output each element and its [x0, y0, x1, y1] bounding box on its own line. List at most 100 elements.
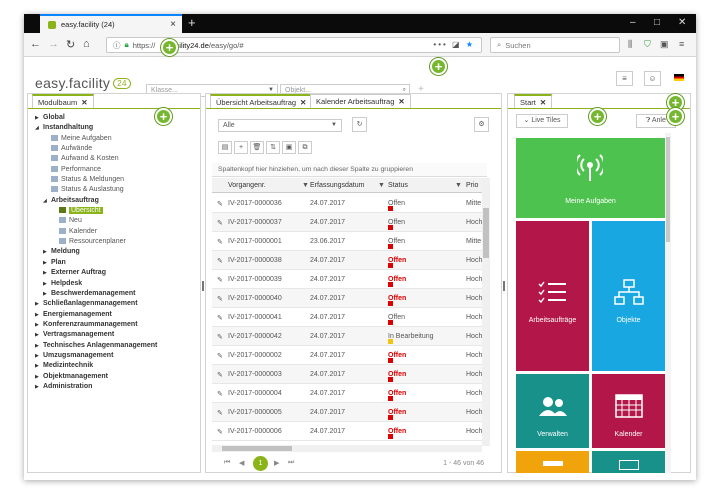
tile-partial-2[interactable] [592, 451, 665, 473]
bookmark-star-icon[interactable]: ★ [466, 40, 475, 49]
table-row[interactable]: ✎ IV-2017-0000041 24.07.2017 Offen Hoch [212, 308, 482, 327]
edit-icon[interactable]: ✎ [217, 314, 223, 322]
col-vorgangenr[interactable]: Vorgangenr. [228, 182, 266, 189]
close-window-icon[interactable]: ✕ [678, 17, 686, 28]
grid-horizontal-scrollbar[interactable] [212, 445, 482, 452]
collapse-arrow-icon[interactable]: ▶ [43, 279, 51, 289]
browser-tab[interactable]: easy.facility (24) × [40, 14, 182, 33]
tree-item[interactable]: ▶ Helpdesk [35, 279, 157, 289]
tree-item[interactable]: ▶ Schließanlagenmanagement [35, 299, 157, 309]
tab-uebersicht-arbeitsauftrag[interactable]: Übersicht Arbeitsauftrag ✕ [210, 94, 313, 108]
add-hotspot-icon[interactable]: + [589, 108, 606, 125]
tree-item[interactable]: ▶ Meldung [35, 247, 157, 257]
table-row[interactable]: ✎ IV-2017-0000039 24.07.2017 Offen Hoch [212, 270, 482, 289]
refresh-button[interactable]: ↻ [352, 117, 367, 132]
home-icon[interactable]: ⌂ [83, 38, 90, 50]
library-icon[interactable]: ⫼ [628, 39, 632, 50]
add-hotspot-icon[interactable]: + [155, 108, 172, 125]
collapse-arrow-icon[interactable]: ▶ [35, 372, 43, 382]
collapse-arrow-icon[interactable]: ▶ [35, 310, 43, 320]
tree-item[interactable]: Status & Auslastung [35, 185, 157, 195]
tree-item[interactable]: ▶ Global [35, 113, 157, 123]
close-icon[interactable]: ✕ [398, 97, 404, 106]
splitter-right[interactable] [502, 93, 506, 473]
tile-objekte[interactable]: Objekte [592, 221, 665, 371]
last-page-icon[interactable]: ⏭ [288, 459, 294, 467]
tab-kalender-arbeitsauftrag[interactable]: Kalender Arbeitsauftrag ✕ [310, 94, 411, 108]
export-icon[interactable]: ▣ [282, 141, 296, 154]
new-tab-icon[interactable]: + [188, 15, 196, 30]
add-button[interactable]: + [234, 141, 248, 154]
collapse-arrow-icon[interactable]: ▶ [43, 289, 51, 299]
tree-item[interactable]: Neu [35, 216, 157, 226]
tree-item[interactable]: Kalender [35, 227, 157, 237]
expand-arrow-icon[interactable]: ◢ [35, 123, 43, 133]
close-icon[interactable]: ✕ [540, 98, 546, 107]
table-row[interactable]: ✎ IV-2017-0000040 24.07.2017 Offen Hoch [212, 289, 482, 308]
tree-item[interactable]: ▶ Administration [35, 382, 157, 392]
tile-arbeitsauftraege[interactable]: Arbeitsaufträge [516, 221, 589, 371]
settings-button[interactable]: ⚙ [474, 117, 489, 132]
tree-item[interactable]: ▶ Plan [35, 258, 157, 268]
tree-item[interactable]: ▶ Medizintechnik [35, 361, 157, 371]
sidebar-icon[interactable]: ▣ [660, 39, 669, 50]
more-icon[interactable]: ••• [433, 40, 447, 49]
filter-icon[interactable]: ▼ [302, 182, 309, 189]
tree-item[interactable]: Aufwände [35, 144, 157, 154]
live-tiles-button[interactable]: ⌄ Live Tiles [516, 114, 568, 128]
collapse-arrow-icon[interactable]: ▶ [43, 247, 51, 257]
tile-kalender[interactable]: Kalender [592, 374, 665, 448]
expand-arrow-icon[interactable]: ◢ [43, 196, 51, 206]
add-hotspot-icon[interactable]: + [161, 39, 178, 56]
minimize-icon[interactable]: – [630, 17, 636, 28]
table-row[interactable]: ✎ IV-2017-0000006 24.07.2017 Offen Hoch [212, 422, 482, 441]
edit-icon[interactable]: ✎ [217, 295, 223, 303]
edit-icon[interactable]: ✎ [217, 390, 223, 398]
grid-vertical-scrollbar[interactable] [482, 178, 490, 446]
tree-item[interactable]: ◢ Instandhaltung [35, 123, 157, 133]
tree-item[interactable]: ▶ Vertragsmanagement [35, 330, 157, 340]
tree-item[interactable]: ▶ Technisches Anlagenmanagement [35, 341, 157, 351]
collapse-arrow-icon[interactable]: ▶ [35, 351, 43, 361]
collapse-arrow-icon[interactable]: ▶ [35, 299, 43, 309]
col-erfassungsdatum[interactable]: Erfassungsdatum [310, 182, 364, 189]
collapse-arrow-icon[interactable]: ▶ [35, 330, 43, 340]
tab-start[interactable]: Start ✕ [514, 94, 553, 108]
next-page-icon[interactable]: ▶ [274, 459, 279, 467]
filter-select[interactable]: Alle ▼ [218, 119, 342, 132]
tiles-scrollbar[interactable] [665, 133, 671, 473]
col-prio[interactable]: Prio [466, 182, 478, 189]
browser-search-input[interactable]: ⌕ Suchen [490, 37, 620, 53]
table-row[interactable]: ✎ IV-2017-0000037 24.07.2017 Offen Hoch [212, 213, 482, 232]
reload-icon[interactable]: ↻ [66, 38, 75, 51]
list-icon[interactable]: ≡ [616, 71, 633, 86]
menu-icon[interactable]: ≡ [679, 39, 684, 49]
prev-page-icon[interactable]: ◀ [239, 459, 244, 467]
table-row[interactable]: ✎ IV-2017-0000005 24.07.2017 Offen Hoch [212, 403, 482, 422]
tree-item[interactable]: Meine Aufgaben [35, 134, 157, 144]
tree-item[interactable]: Performance [35, 165, 157, 175]
edit-icon[interactable]: ✎ [217, 200, 223, 208]
edit-icon[interactable]: ✎ [217, 333, 223, 341]
collapse-arrow-icon[interactable]: ▶ [43, 258, 51, 268]
first-page-icon[interactable]: ⏮ [224, 459, 230, 467]
table-row[interactable]: ✎ IV-2017-0000036 24.07.2017 Offen Mitte [212, 194, 482, 213]
edit-icon[interactable]: ✎ [217, 238, 223, 246]
collapse-arrow-icon[interactable]: ▶ [43, 268, 51, 278]
tree-item[interactable]: Status & Meldungen [35, 175, 157, 185]
collapse-arrow-icon[interactable]: ▶ [35, 361, 43, 371]
table-row[interactable]: ✎ IV-2017-0000038 24.07.2017 Offen Hoch [212, 251, 482, 270]
back-icon[interactable]: ← [30, 38, 41, 50]
delete-icon[interactable]: 🗑︎ [250, 141, 264, 154]
table-row[interactable]: ✎ IV-2017-0000003 24.07.2017 Offen Hoch [212, 365, 482, 384]
add-hotspot-icon[interactable]: + [667, 108, 684, 125]
collapse-arrow-icon[interactable]: ▶ [35, 320, 43, 330]
close-icon[interactable]: ✕ [300, 98, 306, 107]
table-row[interactable]: ✎ IV-2017-0000004 24.07.2017 Offen Hoch [212, 384, 482, 403]
tile-meine-aufgaben[interactable]: Meine Aufgaben [516, 138, 665, 218]
tree-item[interactable]: ▶ Objektmanagement [35, 372, 157, 382]
table-row[interactable]: ✎ IV-2017-0000002 24.07.2017 Offen Hoch [212, 346, 482, 365]
tree-item[interactable]: Ressourcenplaner [35, 237, 157, 247]
edit-icon[interactable]: ✎ [217, 219, 223, 227]
copy-icon[interactable]: ⧉ [298, 141, 312, 154]
